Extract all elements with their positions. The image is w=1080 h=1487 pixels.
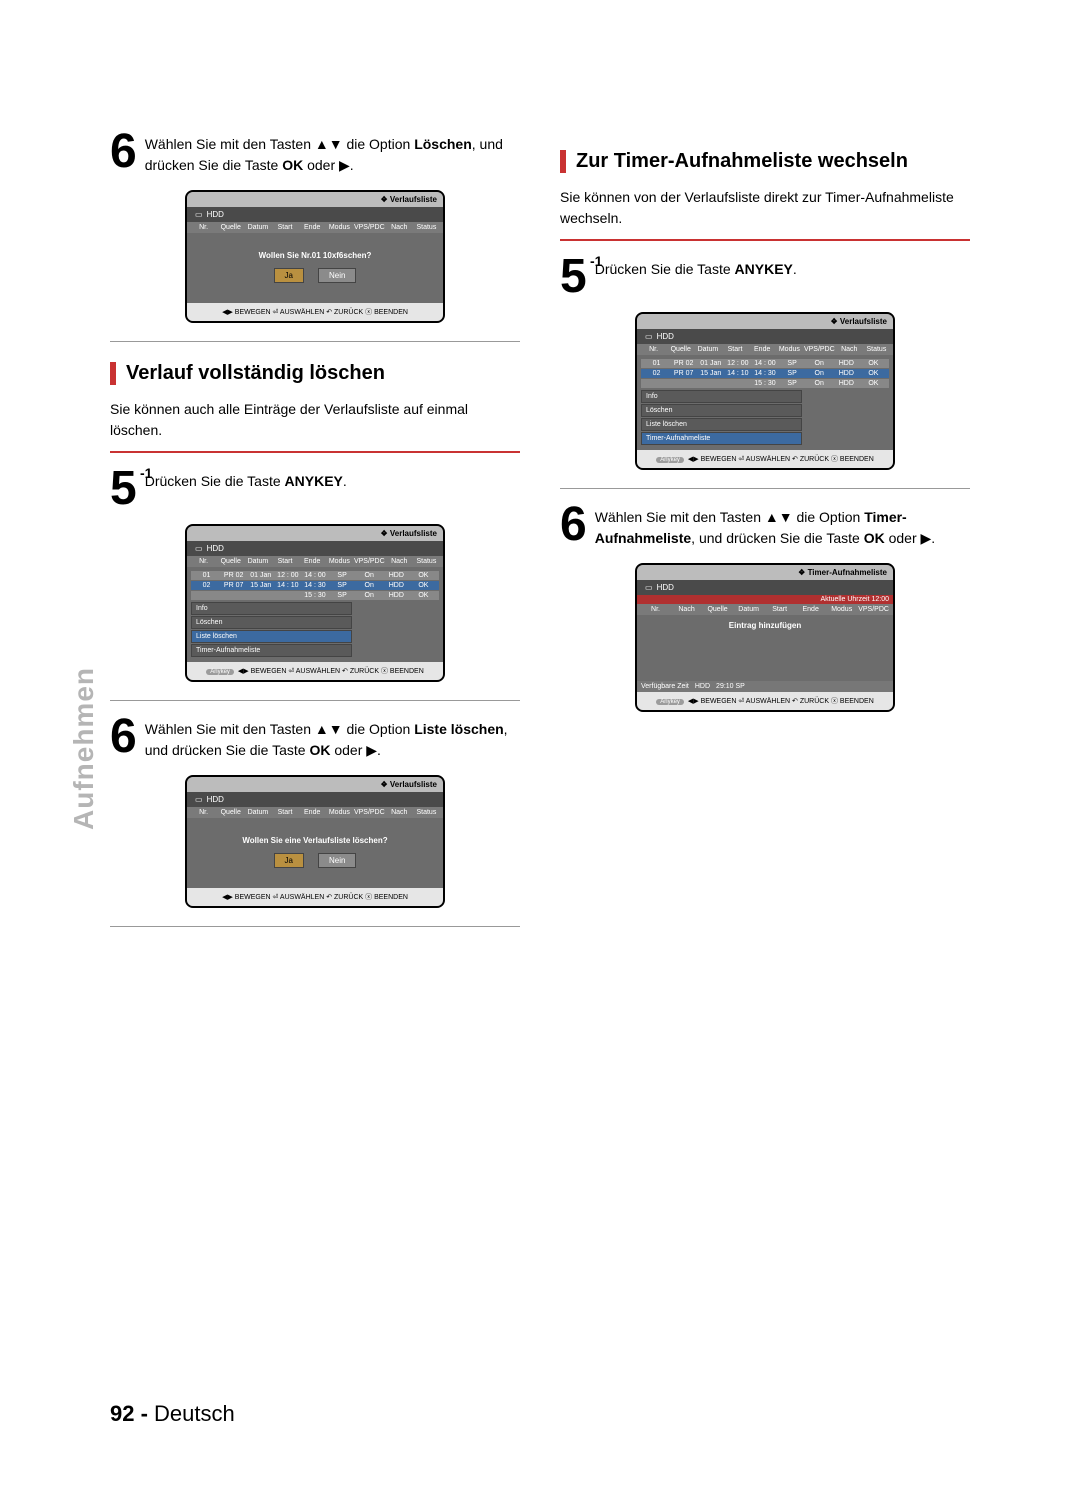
dialog-yes-button[interactable]: Ja — [274, 268, 304, 283]
context-menu-item[interactable]: Liste löschen — [641, 418, 802, 431]
osd-device: HDD — [637, 329, 893, 344]
step-number: 6 — [110, 130, 137, 173]
osd-verlaufsliste-menu-liste-loeschen: Verlaufsliste HDD Nr.QuelleDatumStartEnd… — [185, 524, 445, 682]
step-number: 5-1 — [560, 255, 587, 298]
osd-columns: Nr.NachQuelleDatumStartEndeModusVPS/PDC — [637, 604, 893, 615]
dialog-yes-button[interactable]: Ja — [274, 853, 304, 868]
section-heading: Zur Timer-Aufnahmeliste wechseln — [560, 150, 970, 173]
osd-footer: ◀▶ BEWEGEN ⏎ AUSWÄHLEN ↶ ZURÜCK ⓧ BEENDE… — [187, 303, 443, 321]
osd-columns: Nr.QuelleDatumStartEndeModusVPS/PDCNachS… — [187, 556, 443, 567]
osd-timer-aufnahmeliste: Timer-Aufnahmeliste HDD Aktuelle Uhrzeit… — [635, 563, 895, 712]
context-menu-item[interactable]: Info — [641, 390, 802, 403]
osd-title: Verlaufsliste — [830, 317, 887, 326]
page-number: 92 - Deutsch — [110, 1401, 235, 1427]
context-menu-item[interactable]: Löschen — [191, 616, 352, 629]
dialog-no-button[interactable]: Nein — [318, 853, 356, 868]
dialog-no-button[interactable]: Nein — [318, 268, 356, 283]
context-menu-item[interactable]: Löschen — [641, 404, 802, 417]
osd-footer: Anykey ◀▶ BEWEGEN ⏎ AUSWÄHLEN ↶ ZURÜCK ⓧ… — [637, 692, 893, 710]
section-description: Sie können von der Verlaufsliste direkt … — [560, 187, 970, 229]
osd-footer: Anykey ◀▶ BEWEGEN ⏎ AUSWÄHLEN ↶ ZURÜCK ⓧ… — [637, 450, 893, 468]
context-menu-item[interactable]: Timer-Aufnahmeliste — [191, 644, 352, 657]
section-description: Sie können auch alle Einträge der Verlau… — [110, 399, 520, 441]
section-heading: Verlauf vollständig löschen — [110, 362, 520, 385]
osd-title: Verlaufsliste — [380, 529, 437, 538]
osd-columns: Nr.QuelleDatumStartEndeModusVPS/PDCNachS… — [637, 344, 893, 355]
osd-verlaufsliste-delete-all: Verlaufsliste HDD Nr.QuelleDatumStartEnd… — [185, 775, 445, 908]
add-entry-row[interactable]: Eintrag hinzufügen — [637, 615, 893, 636]
osd-title: Timer-Aufnahmeliste — [798, 568, 887, 577]
osd-device: HDD — [187, 207, 443, 222]
step-text: Drücken Sie die Taste ANYKEY. — [145, 467, 347, 492]
osd-current-time: Aktuelle Uhrzeit 12:00 — [637, 595, 893, 604]
osd-footer: Anykey ◀▶ BEWEGEN ⏎ AUSWÄHLEN ↶ ZURÜCK ⓧ… — [187, 662, 443, 680]
step-number: 5-1 — [110, 467, 137, 510]
osd-title: Verlaufsliste — [380, 780, 437, 789]
osd-verlaufsliste-menu-timer: Verlaufsliste HDD Nr.QuelleDatumStartEnd… — [635, 312, 895, 470]
step-text: Wählen Sie mit den Tasten ▲▼ die Option … — [145, 715, 520, 761]
osd-footer: ◀▶ BEWEGEN ⏎ AUSWÄHLEN ↶ ZURÜCK ⓧ BEENDE… — [187, 888, 443, 906]
step-text: Wählen Sie mit den Tasten ▲▼ die Option … — [595, 503, 970, 549]
osd-columns: Nr.QuelleDatumStartEndeModusVPS/PDCNachS… — [187, 222, 443, 233]
step-text: Wählen Sie mit den Tasten ▲▼ die Option … — [145, 130, 520, 176]
osd-device: HDD — [187, 792, 443, 807]
osd-verlaufsliste-delete-one: Verlaufsliste HDD Nr.QuelleDatumStartEnd… — [185, 190, 445, 323]
step-number: 6 — [110, 715, 137, 758]
context-menu-item[interactable]: Info — [191, 602, 352, 615]
osd-device: HDD — [637, 580, 893, 595]
osd-device: HDD — [187, 541, 443, 556]
osd-title: Verlaufsliste — [380, 195, 437, 204]
context-menu-item[interactable]: Timer-Aufnahmeliste — [641, 432, 802, 445]
right-column: Zur Timer-Aufnahmeliste wechseln Sie kön… — [560, 130, 970, 941]
side-tab-label: Aufnehmen — [68, 667, 100, 830]
dialog-message: Wollen Sie eine Verlaufsliste löschen? — [191, 836, 439, 845]
available-time-bar: Verfügbare Zeit HDD 29:10 SP — [637, 681, 893, 692]
step-text: Drücken Sie die Taste ANYKEY. — [595, 255, 797, 280]
osd-columns: Nr.QuelleDatumStartEndeModusVPS/PDCNachS… — [187, 807, 443, 818]
dialog-message: Wollen Sie Nr.01 10xf6schen? — [191, 251, 439, 260]
step-number: 6 — [560, 503, 587, 546]
context-menu-item[interactable]: Liste löschen — [191, 630, 352, 643]
left-column: 6 Wählen Sie mit den Tasten ▲▼ die Optio… — [110, 130, 520, 941]
